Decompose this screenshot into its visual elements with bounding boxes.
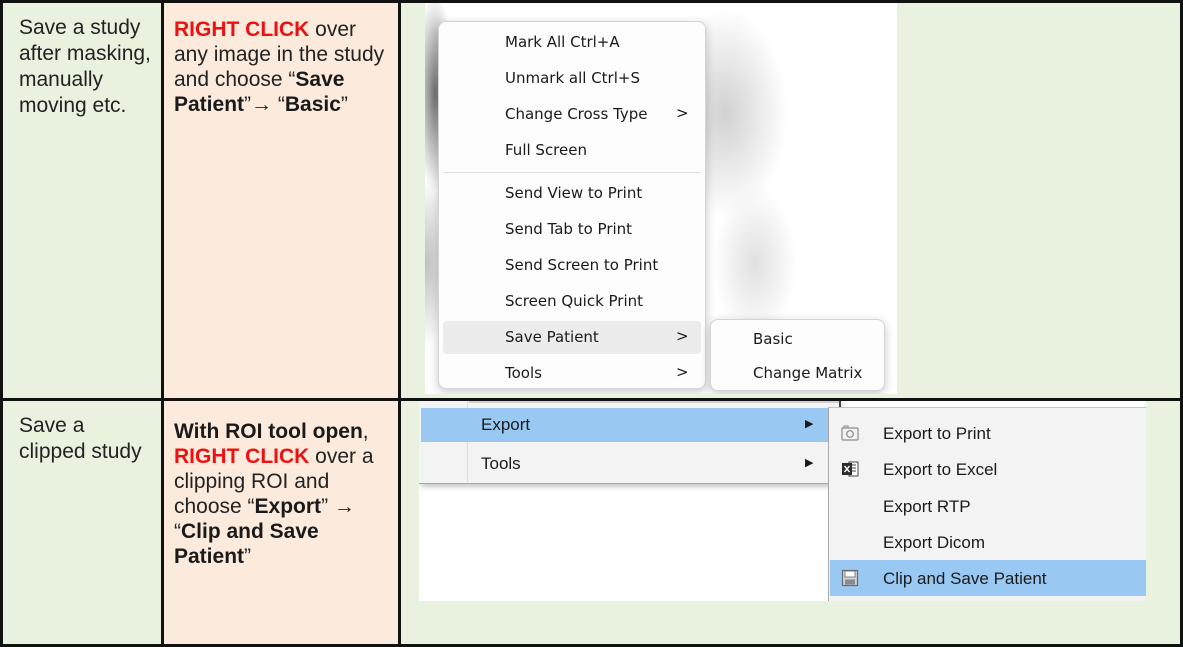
instruction-cell: With ROI tool open, RIGHT CLICK over a c… [161,397,401,647]
menu-item-label: Export RTP [883,496,971,516]
instruction-fragment: ”→ “ [244,93,285,116]
instruction-text: RIGHT CLICK over any image in the study … [164,3,398,117]
task-cell: Save a study after masking, manually mov… [0,0,164,401]
menu-item-label: Send View to Print [505,184,643,202]
menu-item-label: Tools [505,364,542,382]
menu-top-border [469,400,839,403]
menu-item-send-tab-to-print[interactable]: Send Tab to Print [443,213,701,246]
table-row: Save a study after masking, manually mov… [0,0,1183,401]
context-menu: Mark All Ctrl+A Unmark all Ctrl+S Change… [438,21,706,389]
task-text: Save a study after masking, manually mov… [19,16,151,117]
instruction-text: With ROI tool open, RIGHT CLICK over a c… [164,401,398,569]
submenu-item-export-to-excel[interactable]: Export to Excel [830,451,1146,487]
export-submenu: Export to Print Export to Excel Export R… [828,406,1146,601]
menu-item-screen-quick-print[interactable]: Screen Quick Print [443,285,701,318]
triangle-right-icon: ▶ [805,456,814,469]
menu-item-label: Export to Print [883,423,991,443]
chevron-right-icon: > [676,104,689,122]
chevron-right-icon: > [676,363,689,381]
camera-icon [841,425,859,441]
instruction-table: Save a study after masking, manually mov… [0,0,1183,647]
right-click-keyword: RIGHT CLICK [174,444,310,468]
screenshot-cell: Export ▶ Tools ▶ Export to Print Export … [398,397,1183,647]
instruction-fragment: , [362,419,369,443]
instruction-fragment: ” [244,544,252,568]
triangle-right-icon: ▶ [805,417,814,430]
export-keyword: Export [254,494,322,518]
menu-item-label: Export to Excel [883,459,998,479]
task-cell: Save a clipped study [0,397,164,647]
screenshot-export-menu: Export ▶ Tools ▶ Export to Print Export … [419,400,1146,601]
submenu-item-export-dicom[interactable]: Export Dicom [830,524,1146,560]
menu-item-label: Export Dicom [883,532,986,552]
menu-item-label: Change Cross Type [505,105,648,123]
menu-item-export[interactable]: Export ▶ [421,407,831,442]
menu-item-full-screen[interactable]: Full Screen [443,134,701,167]
roi-tool-keyword: With ROI tool open [174,419,363,443]
excel-icon [842,461,859,477]
basic-keyword: Basic [284,93,341,116]
submenu-item-change-matrix[interactable]: Change Matrix [715,358,880,388]
context-menu: Export ▶ Tools ▶ [419,400,840,484]
submenu-item-export-rtp[interactable]: Export RTP [830,488,1146,524]
menu-item-label: Clip and Save Patient [883,568,1047,588]
menu-item-label: Full Screen [505,141,587,159]
screenshot-context-menu: Mark All Ctrl+A Unmark all Ctrl+S Change… [425,3,897,394]
menu-item-label: Unmark all Ctrl+S [505,69,640,87]
submenu-item-export-to-print[interactable]: Export to Print [830,415,1146,451]
menu-item-mark-all[interactable]: Mark All Ctrl+A [443,26,701,59]
submenu-item-clip-and-save-patient[interactable]: Clip and Save Patient [830,559,1146,596]
right-click-keyword: RIGHT CLICK [174,18,310,41]
table-row: Save a clipped study With ROI tool open,… [0,397,1183,647]
instruction-fragment: ” [340,93,348,116]
menu-item-label: Mark All Ctrl+A [505,33,620,51]
menu-item-label: Export [481,414,531,434]
floppy-disk-icon [841,569,859,586]
menu-item-label: Change Matrix [753,364,863,382]
menu-item-label: Send Screen to Print [505,256,659,274]
menu-item-label: Tools [481,453,521,473]
submenu-item-basic[interactable]: Basic [715,324,880,354]
menu-separator [443,172,701,173]
menu-item-tools[interactable]: Tools > [443,357,701,390]
save-patient-submenu: Basic Change Matrix [710,319,885,391]
instruction-cell: RIGHT CLICK over any image in the study … [161,0,401,401]
menu-item-label: Basic [753,330,793,348]
menu-item-unmark-all[interactable]: Unmark all Ctrl+S [443,62,701,95]
menu-item-change-cross-type[interactable]: Change Cross Type > [443,98,701,131]
menu-item-send-screen-to-print[interactable]: Send Screen to Print [443,249,701,282]
menu-item-label: Send Tab to Print [505,220,633,238]
chevron-right-icon: > [676,327,689,345]
menu-item-send-view-to-print[interactable]: Send View to Print [443,177,701,210]
screenshot-cell: Mark All Ctrl+A Unmark all Ctrl+S Change… [398,0,1183,401]
menu-item-label: Screen Quick Print [505,292,644,310]
menu-item-label: Save Patient [505,328,599,346]
menu-item-tools[interactable]: Tools ▶ [421,447,831,481]
menu-item-save-patient[interactable]: Save Patient > [443,321,701,354]
task-text: Save a clipped study [19,413,142,463]
